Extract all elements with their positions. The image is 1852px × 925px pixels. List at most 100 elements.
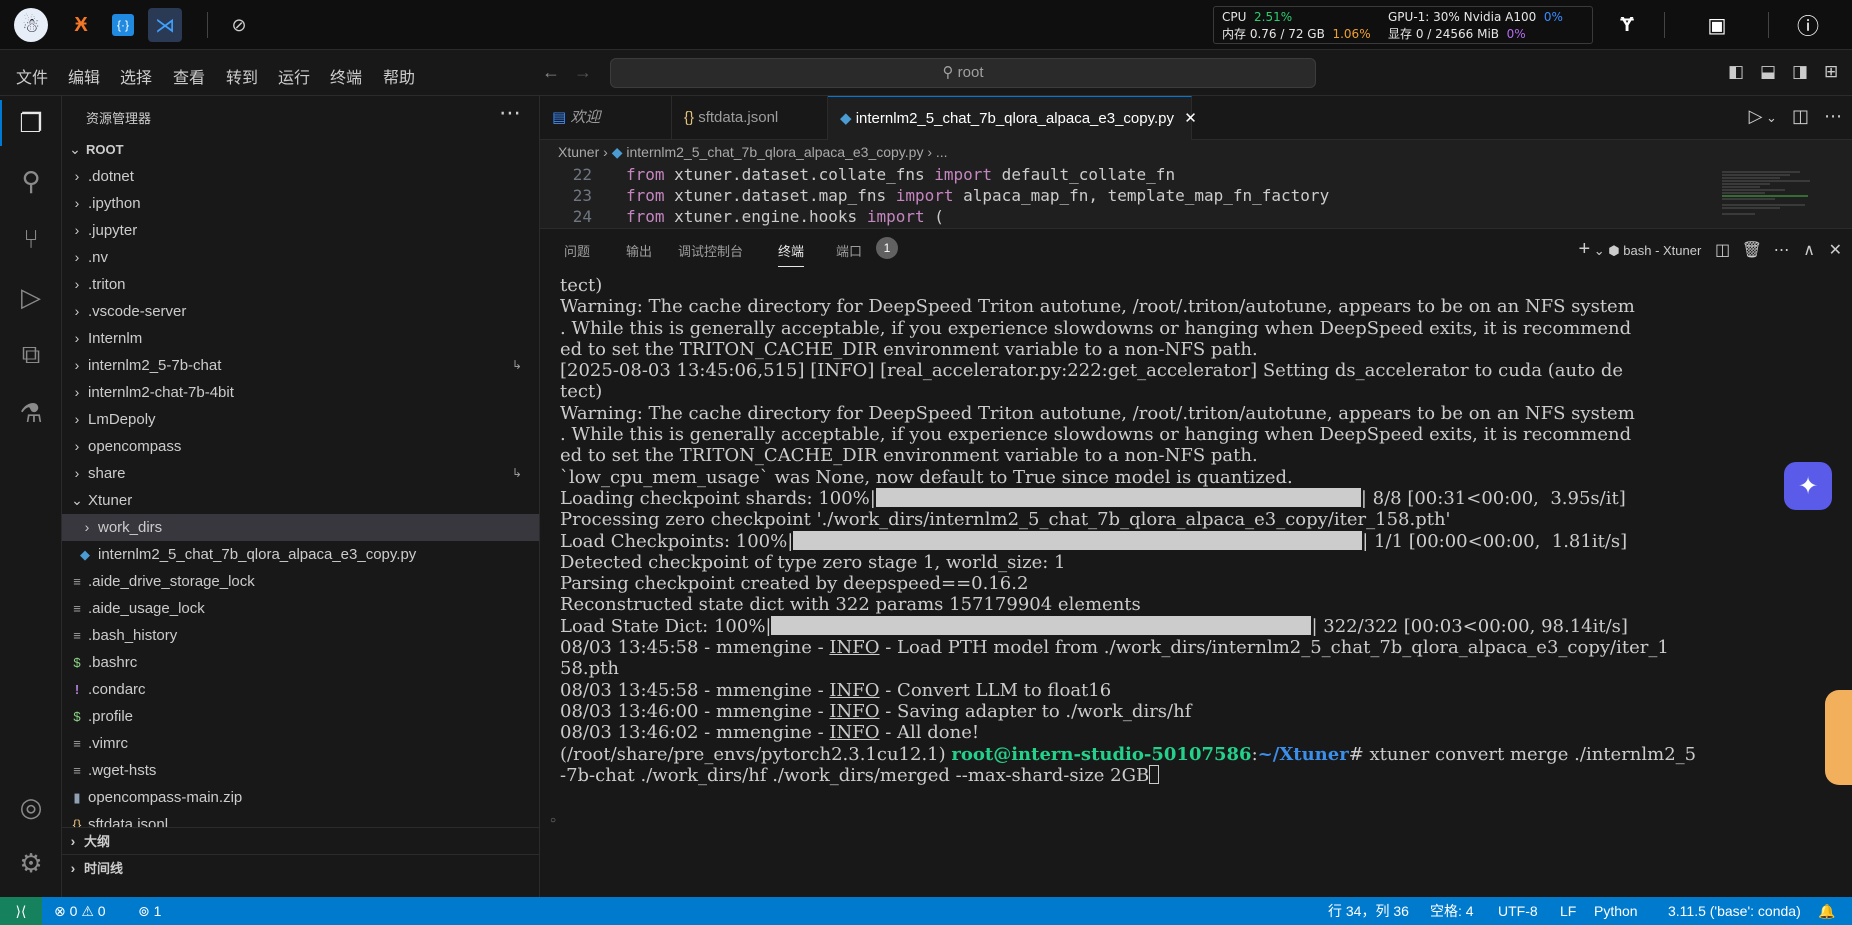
outline-section[interactable]: › 大纲	[62, 827, 539, 854]
toggle-panel-icon[interactable]: ⬓	[1760, 62, 1776, 82]
tree-folder[interactable]: › .dotnet	[62, 163, 539, 190]
maximize-panel-icon[interactable]: ∧	[1803, 242, 1815, 259]
line-endings[interactable]: LF	[1560, 897, 1576, 925]
customize-layout-icon[interactable]: ⊞	[1824, 62, 1838, 82]
tab-problems[interactable]: 问题	[564, 241, 590, 260]
tree-file[interactable]: ≡ .aide_usage_lock	[62, 595, 539, 622]
tree-folder[interactable]: › .nv	[62, 244, 539, 271]
command-center[interactable]: ⚲ root	[610, 58, 1316, 88]
more-actions-icon[interactable]: ⋯	[1774, 242, 1790, 259]
breadcrumb-file[interactable]: internlm2_5_chat_7b_qlora_alpaca_e3_copy…	[626, 144, 923, 160]
tree-root[interactable]: ⌄ ROOT	[62, 136, 539, 163]
chevron-down-icon[interactable]: ⌄	[1590, 243, 1608, 258]
minimap[interactable]	[1720, 168, 1830, 226]
forward-arrow-icon[interactable]: →	[574, 62, 592, 83]
settings-gear-icon[interactable]: ⚙	[8, 840, 54, 886]
ai-assistant-icon[interactable]: ✦	[1784, 462, 1832, 510]
run-python-icon[interactable]: ▷	[1749, 106, 1763, 126]
tree-folder[interactable]: › work_dirs	[62, 514, 539, 541]
account-icon[interactable]: ◎	[8, 784, 54, 830]
close-panel-icon[interactable]: ✕	[1829, 242, 1842, 259]
tab-output[interactable]: 输出	[626, 241, 652, 260]
tree-folder[interactable]: › .vscode-server	[62, 298, 539, 325]
tree-folder[interactable]: › LmDepoly	[62, 406, 539, 433]
notifications-bell-icon[interactable]: 🔔	[1818, 897, 1835, 925]
run-debug-icon[interactable]: ▷	[8, 274, 54, 320]
tree-folder[interactable]: › .jupyter	[62, 217, 539, 244]
tree-file[interactable]: ≡ .wget-hsts	[62, 757, 539, 784]
menu-edit[interactable]: 编辑	[68, 64, 100, 88]
kill-terminal-icon[interactable]: 🗑	[1742, 242, 1762, 259]
menu-go[interactable]: 转到	[226, 64, 258, 88]
tree-folder[interactable]: › Internlm	[62, 325, 539, 352]
remote-indicator-icon[interactable]: ⟩⟨	[0, 897, 42, 925]
tree-folder[interactable]: › opencompass	[62, 433, 539, 460]
testing-icon[interactable]: ⚗	[8, 390, 54, 436]
more-actions-icon[interactable]: ⋯	[1824, 106, 1842, 126]
tree-file[interactable]: {} sftdata.jsonl	[62, 811, 539, 827]
encoding[interactable]: UTF-8	[1498, 897, 1538, 925]
close-icon[interactable]: ✕	[1184, 110, 1197, 127]
menu-selection[interactable]: 选择	[120, 64, 152, 88]
search-icon[interactable]: ⚲	[8, 158, 54, 204]
more-actions-icon[interactable]: ⋯	[499, 100, 521, 126]
tree-file[interactable]: ! .condarc	[62, 676, 539, 703]
indentation[interactable]: 空格: 4	[1430, 897, 1474, 925]
toggle-primary-sidebar-icon[interactable]: ◧	[1728, 62, 1744, 82]
toggle-secondary-sidebar-icon[interactable]: ◨	[1792, 62, 1808, 82]
tree-folder[interactable]: › internlm2_5-7b-chat ↳	[62, 352, 539, 379]
python-interpreter[interactable]: 3.11.5 ('base': conda)	[1668, 897, 1801, 925]
menu-terminal[interactable]: 终端	[330, 64, 362, 88]
tree-file[interactable]: ▮ opencompass-main.zip	[62, 784, 539, 811]
menu-file[interactable]: 文件	[16, 64, 48, 88]
back-arrow-icon[interactable]: ←	[542, 62, 560, 83]
ports-indicator[interactable]: ⊚ 1	[138, 897, 161, 925]
tree-folder[interactable]: › .triton	[62, 271, 539, 298]
tree-folder[interactable]: › .ipython	[62, 190, 539, 217]
menu-help[interactable]: 帮助	[383, 64, 415, 88]
compass-icon[interactable]: ⊘	[222, 8, 256, 42]
explorer-icon[interactable]: ❐	[8, 100, 54, 146]
breadcrumb-folder[interactable]: Xtuner	[558, 144, 599, 160]
terminal-name[interactable]: bash - Xtuner	[1623, 243, 1701, 258]
extensions-icon[interactable]: ⧉	[8, 332, 54, 378]
tab-ports[interactable]: 端口	[836, 241, 862, 260]
cursor-position[interactable]: 行 34，列 36	[1328, 897, 1409, 925]
menu-run[interactable]: 运行	[278, 64, 310, 88]
tab-sftdata[interactable]: {} sftdata.jsonl	[672, 96, 828, 140]
terminal-output[interactable]: tect) Warning: The cache directory for D…	[560, 275, 1830, 895]
new-terminal-icon[interactable]: +	[1578, 238, 1590, 260]
source-control-icon[interactable]: ⑂	[8, 216, 54, 262]
split-editor-icon[interactable]: ◫	[1792, 106, 1809, 126]
app-logo-icon[interactable]: ☃	[14, 8, 48, 42]
tree-file[interactable]: $ .bashrc	[62, 649, 539, 676]
vscode-web-icon[interactable]: {·}	[106, 8, 140, 42]
tab-config-py[interactable]: ◆ internlm2_5_chat_7b_qlora_alpaca_e3_co…	[828, 96, 1197, 140]
tree-file[interactable]: ≡ .bash_history	[62, 622, 539, 649]
mascot-image[interactable]	[1825, 690, 1852, 785]
problems-indicator[interactable]: ⊗ 0 ⚠ 0	[54, 897, 106, 925]
vscode-icon[interactable]: ⋊	[148, 8, 182, 42]
tab-debug-console[interactable]: 调试控制台	[678, 241, 743, 260]
tree-folder[interactable]: › internlm2-chat-7b-4bit	[62, 379, 539, 406]
language-mode[interactable]: Python	[1594, 897, 1638, 925]
tree-folder-open[interactable]: ⌄ Xtuner	[62, 487, 539, 514]
tab-terminal[interactable]: 终端	[778, 241, 805, 267]
tree-file[interactable]: ◆ internlm2_5_chat_7b_qlora_alpaca_e3_cop…	[62, 541, 539, 568]
tree-file[interactable]: ≡ .vimrc	[62, 730, 539, 757]
timeline-section[interactable]: › 时间线	[62, 854, 539, 881]
jupyter-icon[interactable]: Ӿ	[64, 8, 98, 42]
breadcrumb-symbol[interactable]: › ...	[927, 144, 947, 160]
tree-file[interactable]: ≡ .aide_drive_storage_lock	[62, 568, 539, 595]
menu-view[interactable]: 查看	[173, 64, 205, 88]
chevron-down-icon[interactable]: ⌄	[1762, 110, 1777, 125]
code-editor[interactable]: 22 from xtuner.dataset.collate_fns import…	[540, 164, 1852, 226]
command-decoration-icon[interactable]: ○	[550, 815, 556, 826]
split-terminal-icon[interactable]: ◫	[1715, 242, 1730, 259]
info-icon[interactable]: ⓘ	[1791, 8, 1825, 42]
tool-icon[interactable]: Ɏ	[1610, 8, 1644, 42]
monitor-icon[interactable]: ▣	[1700, 8, 1734, 42]
tree-folder[interactable]: › share ↳	[62, 460, 539, 487]
tab-welcome[interactable]: ▤ 欢迎	[540, 96, 672, 140]
tree-file[interactable]: $ .profile	[62, 703, 539, 730]
